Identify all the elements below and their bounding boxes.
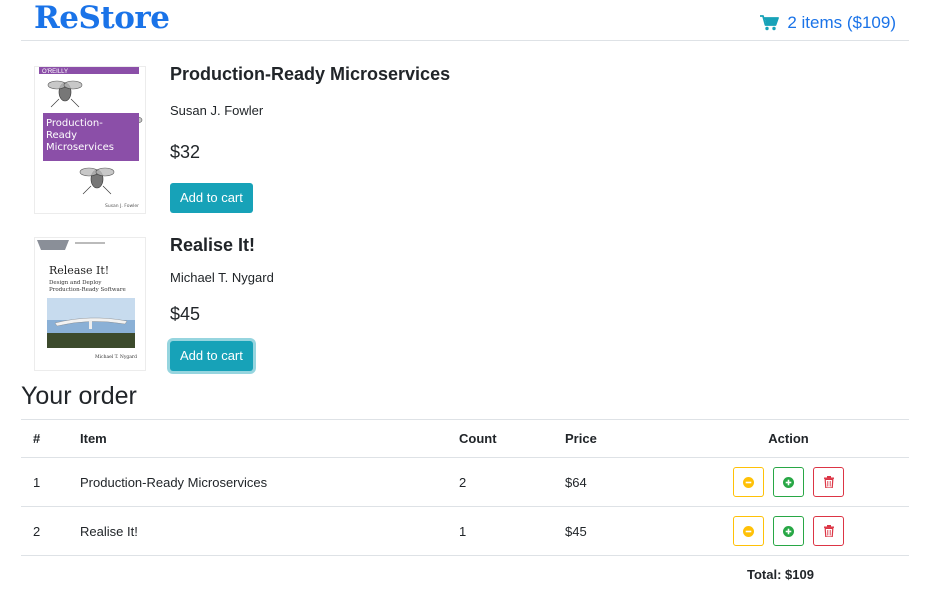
minus-circle-icon: [743, 525, 754, 537]
cover-title-line: Ready: [46, 130, 77, 141]
book-title[interactable]: Production-Ready Microservices: [170, 64, 450, 85]
row-actions: [668, 457, 909, 507]
increase-button[interactable]: [773, 467, 804, 497]
plus-circle-icon: [783, 525, 794, 537]
cover-author: Michael T. Nygard: [95, 354, 137, 360]
cover-publisher: O'REILLY: [42, 69, 68, 75]
table-row: 1 Production-Ready Microservices 2 $64: [21, 457, 909, 507]
cover-title-line: Production-: [46, 118, 103, 129]
cart-link[interactable]: 2 items ($109): [760, 13, 896, 33]
decrease-button[interactable]: [733, 516, 764, 546]
row-actions: [668, 506, 909, 556]
cover-subtitle-line: Design and Deploy: [49, 280, 102, 286]
row-item: Realise It!: [68, 506, 447, 556]
book-price: $32: [170, 142, 201, 162]
add-to-cart-button[interactable]: Add to cart: [170, 183, 253, 213]
table-row: 2 Realise It! 1 $45: [21, 506, 909, 556]
row-price: $64: [553, 457, 668, 507]
column-header: #: [21, 419, 68, 458]
order-total: Total: $109: [747, 567, 814, 582]
cover-author: Susan J. Fowler: [105, 203, 139, 209]
column-header: Price: [553, 419, 668, 458]
minus-circle-icon: [743, 476, 754, 488]
cover-title-line: Microservices: [46, 142, 114, 153]
row-count: 2: [447, 457, 553, 507]
plus-circle-icon: [783, 476, 794, 488]
cover-subtitle-line: Production-Ready Software: [49, 287, 126, 293]
column-header: Count: [447, 419, 553, 458]
trash-icon: [823, 525, 834, 537]
book-cover-image: O'REILLY Production- Ready Microservices…: [34, 66, 146, 214]
row-item: Production-Ready Microservices: [68, 457, 447, 507]
row-count: 1: [447, 506, 553, 556]
logo[interactable]: ReStore: [34, 0, 170, 36]
book-author: Susan J. Fowler: [170, 103, 264, 118]
row-number: 1: [21, 457, 68, 507]
trash-icon: [823, 476, 834, 488]
row-price: $45: [553, 506, 668, 556]
table-header-row: # Item Count Price Action: [21, 419, 909, 458]
order-table: # Item Count Price Action 1 Production-R…: [21, 419, 909, 556]
increase-button[interactable]: [773, 516, 804, 546]
delete-button[interactable]: [813, 516, 844, 546]
decrease-button[interactable]: [733, 467, 764, 497]
row-number: 2: [21, 506, 68, 556]
column-header: Item: [68, 419, 447, 458]
book-price: $45: [170, 304, 201, 324]
add-to-cart-button[interactable]: Add to cart: [170, 341, 253, 371]
shopping-cart-icon: [760, 15, 780, 31]
book-cover-image: Release It! Design and Deploy Production…: [34, 237, 146, 371]
header: ReStore 2 items ($109): [21, 0, 909, 41]
column-header: Action: [668, 419, 909, 458]
cover-title: Release It!: [49, 264, 109, 277]
delete-button[interactable]: [813, 467, 844, 497]
cart-summary: 2 items ($109): [787, 13, 896, 32]
order-heading: Your order: [21, 382, 137, 410]
book-title[interactable]: Realise It!: [170, 235, 255, 256]
book-author: Michael T. Nygard: [170, 270, 274, 285]
